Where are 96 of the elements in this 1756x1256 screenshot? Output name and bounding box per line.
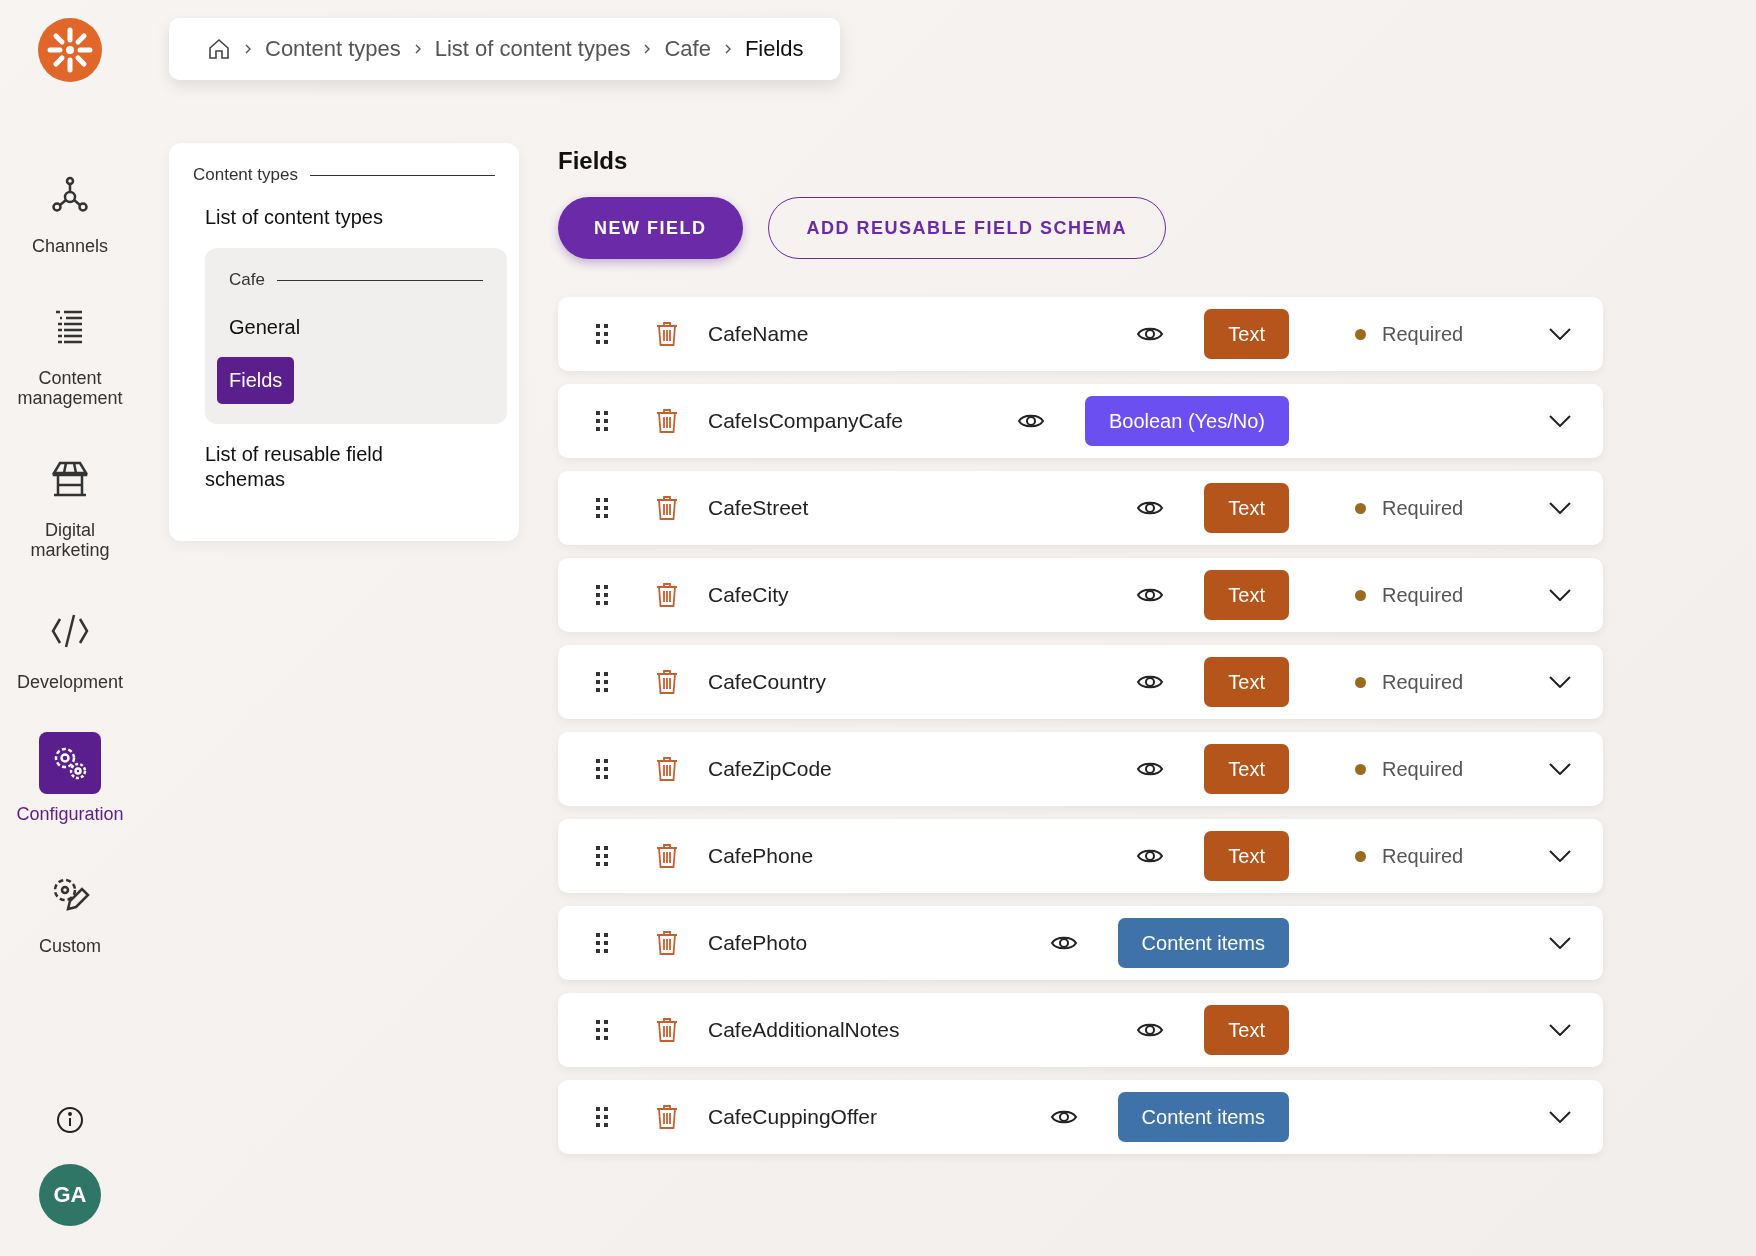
status-dot [1355, 328, 1366, 340]
logo-icon[interactable] [38, 18, 102, 82]
trash-icon[interactable] [656, 495, 678, 521]
drag-handle-icon[interactable] [595, 932, 609, 954]
chevron-down-icon[interactable] [1549, 502, 1571, 514]
type-tag: Text [1204, 744, 1289, 794]
trash-icon[interactable] [656, 669, 678, 695]
drag-handle-icon[interactable] [595, 410, 609, 432]
required-label: Required [1382, 583, 1464, 607]
trash-icon[interactable] [656, 930, 678, 956]
drag-handle-icon[interactable] [595, 1019, 609, 1041]
chevron-down-icon[interactable] [1549, 676, 1571, 688]
drag-handle-icon[interactable] [595, 671, 609, 693]
home-icon[interactable] [207, 37, 231, 61]
type-tag: Text [1204, 657, 1289, 707]
chevron-down-icon[interactable] [1549, 1024, 1571, 1036]
sidebar-item[interactable]: Configuration [5, 732, 135, 824]
type-tag: Text [1204, 309, 1289, 359]
chevron-down-icon[interactable] [1549, 328, 1571, 340]
trash-icon[interactable] [656, 582, 678, 608]
breadcrumb-link[interactable]: List of content types [434, 36, 631, 62]
drag-handle-icon[interactable] [595, 497, 609, 519]
nav-link[interactable]: List of reusable field schemas [181, 424, 449, 510]
type-tag: Text [1204, 570, 1289, 620]
drag-handle-icon[interactable] [595, 1106, 609, 1128]
type-tag: Boolean (Yes/No) [1084, 396, 1289, 446]
storefront-icon [50, 459, 90, 499]
chevron-down-icon[interactable] [1549, 763, 1571, 775]
user-avatar[interactable]: GA [39, 1164, 101, 1226]
field-row[interactable]: CafeCountry Text Required [558, 645, 1603, 719]
field-name: CafeAdditionalNotes [708, 1018, 901, 1042]
field-name: CafePhoto [708, 931, 809, 955]
drag-handle-icon[interactable] [595, 584, 609, 606]
field-name: CafeStreet [708, 496, 810, 520]
field-row[interactable]: CafeStreet Text Required [558, 471, 1603, 545]
field-row[interactable]: CafeZipCode Text Required [558, 732, 1603, 806]
field-name: CafeCuppingOffer [708, 1105, 878, 1129]
new-field-button[interactable]: NEW FIELD [558, 197, 743, 259]
drag-handle-icon[interactable] [595, 758, 609, 780]
sidebar-item[interactable]: Content management [5, 296, 135, 408]
field-row[interactable]: CafeIsCompanyCafe Boolean (Yes/No) [558, 384, 1603, 458]
nav-link[interactable]: List of content types [181, 185, 449, 248]
sidebar-item[interactable]: Digital marketing [5, 448, 135, 560]
drag-handle-icon[interactable] [595, 845, 609, 867]
field-row[interactable]: CafeCity Text Required [558, 558, 1603, 632]
drag-handle-icon[interactable] [595, 323, 609, 345]
field-name: CafeCity [708, 583, 790, 607]
status-dot [1355, 502, 1366, 514]
nav-item[interactable]: General [217, 304, 313, 351]
group-heading: Cafe [229, 270, 265, 290]
field-name: CafeZipCode [708, 757, 833, 781]
required-label: Required [1382, 496, 1464, 520]
section-heading: Content types [193, 165, 298, 185]
type-tag: Text [1204, 831, 1289, 881]
trash-icon[interactable] [656, 1017, 678, 1043]
page-title: Fields [558, 147, 629, 175]
chevron-down-icon[interactable] [1549, 1111, 1571, 1123]
status-dot [1355, 589, 1366, 601]
chevron-right-icon [243, 43, 253, 55]
field-row[interactable]: CafePhone Text Required [558, 819, 1603, 893]
sidebar-item[interactable]: Development [5, 600, 135, 692]
sidebar-item[interactable]: Channels [5, 164, 135, 256]
nodes-icon [50, 175, 90, 215]
chevron-down-icon[interactable] [1549, 415, 1571, 427]
field-name: CafeCountry [708, 670, 827, 694]
chevron-down-icon[interactable] [1549, 589, 1571, 601]
trash-icon[interactable] [656, 1104, 678, 1130]
trash-icon[interactable] [656, 321, 678, 347]
type-tag: Content items [1117, 1092, 1289, 1142]
type-tag: Text [1204, 483, 1289, 533]
required-label: Required [1382, 844, 1464, 868]
status-dot [1355, 763, 1366, 775]
field-row[interactable]: CafeCuppingOffer Content items [558, 1080, 1603, 1154]
field-name: CafePhone [708, 844, 815, 868]
trash-icon[interactable] [656, 756, 678, 782]
status-dot [1355, 850, 1366, 862]
field-name: CafeIsCompanyCafe [708, 409, 904, 433]
chevron-down-icon[interactable] [1549, 850, 1571, 862]
sidebar-item[interactable]: Custom [5, 864, 135, 956]
chevron-down-icon[interactable] [1549, 937, 1571, 949]
status-dot [1355, 676, 1366, 688]
breadcrumb-link[interactable]: Content types [265, 36, 401, 62]
trash-icon[interactable] [656, 843, 678, 869]
breadcrumb-link[interactable]: Cafe [664, 36, 711, 62]
field-row[interactable]: CafePhoto Content items [558, 906, 1603, 980]
required-label: Required [1382, 322, 1464, 346]
required-label: Required [1382, 670, 1464, 694]
trash-icon[interactable] [656, 408, 678, 434]
required-label: Required [1382, 757, 1464, 781]
type-tag: Content items [1117, 918, 1289, 968]
info-icon[interactable] [56, 1106, 84, 1134]
field-name: CafeName [708, 322, 810, 346]
nav-item[interactable]: Fields [217, 357, 295, 404]
type-tag: Text [1204, 1005, 1289, 1055]
field-row[interactable]: CafeName Text Required [558, 297, 1603, 371]
field-row[interactable]: CafeAdditionalNotes Text [558, 993, 1603, 1067]
